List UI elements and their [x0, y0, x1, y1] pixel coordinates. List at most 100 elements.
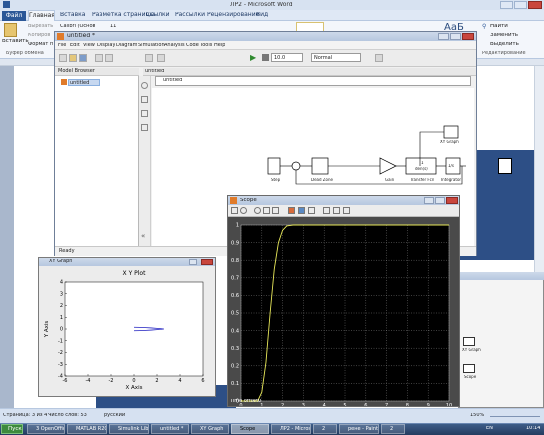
new-model-icon[interactable]	[59, 54, 67, 62]
simulink-app-icon	[57, 33, 64, 40]
model-tree-item[interactable]: untitled	[68, 79, 100, 86]
annotation-icon[interactable]	[141, 110, 148, 117]
menu-view[interactable]: View	[83, 43, 95, 48]
tab-page-layout[interactable]: Разметка страницы	[92, 12, 154, 18]
model-explorer-icon[interactable]	[157, 54, 165, 62]
paste-icon[interactable]	[4, 23, 17, 37]
format-painter-button[interactable]: Формат п	[28, 42, 53, 47]
menu-file[interactable]: File	[58, 43, 66, 48]
stop-icon[interactable]	[262, 54, 269, 61]
menu-analysis[interactable]: Analysis	[164, 43, 185, 48]
taskbar-item-paint[interactable]: рене - Paint	[339, 424, 379, 434]
zoom-y-icon[interactable]	[272, 207, 279, 214]
simulink-maximize-button[interactable]	[450, 33, 461, 40]
paste-button[interactable]: Вставить	[2, 39, 29, 45]
clock: 10:14	[526, 426, 541, 431]
floating-scope-icon[interactable]	[323, 207, 330, 214]
status-language[interactable]: русский	[104, 413, 125, 418]
word-status-bar: Страница: 3 из 4 Число слов: 53 русский …	[0, 408, 544, 423]
minimize-button[interactable]	[500, 1, 513, 9]
simulation-mode-select[interactable]: Normal	[311, 53, 361, 62]
xy-graph-block[interactable]	[443, 125, 459, 139]
library-browser-icon[interactable]	[145, 54, 153, 62]
maximize-button[interactable]	[514, 1, 527, 9]
menu-help[interactable]: Help	[214, 43, 225, 48]
save-icon[interactable]	[79, 54, 87, 62]
copy-button[interactable]: Копиров	[28, 33, 50, 38]
sum-block[interactable]	[291, 161, 301, 171]
xy-minimize-button[interactable]	[189, 259, 197, 265]
menu-display[interactable]: Display	[97, 43, 115, 48]
stop-time-input[interactable]: 10.0	[271, 53, 303, 62]
menu-diagram[interactable]: Diagram	[116, 43, 137, 48]
simulink-palette: «	[139, 76, 151, 246]
redo-icon[interactable]	[105, 54, 113, 62]
run-icon[interactable]: ▶	[250, 54, 258, 62]
model-breadcrumb[interactable]: untitled	[155, 76, 471, 86]
scope-toolbar	[228, 205, 459, 217]
scope-maximize-button[interactable]	[435, 197, 445, 204]
scope-block[interactable]	[498, 158, 512, 174]
menu-tools[interactable]: Tools	[200, 43, 212, 48]
scope-close-button[interactable]	[446, 197, 458, 204]
tab-mailings[interactable]: Рассылки	[175, 12, 205, 18]
dead-zone-block[interactable]	[311, 157, 329, 175]
tab-review[interactable]: Рецензирование	[207, 12, 259, 18]
taskbar-item-xy-graph[interactable]: XY Graph	[191, 424, 229, 434]
font-name-select[interactable]: Calibri (Основ	[60, 24, 95, 29]
language-indicator[interactable]: EN	[486, 426, 493, 431]
tab-view[interactable]: Вид	[256, 12, 268, 18]
taskbar-item-word[interactable]: ЛР2 - Microsof...	[271, 424, 311, 434]
collapse-icon[interactable]: «	[141, 232, 145, 240]
restore-axes-icon[interactable]	[308, 207, 315, 214]
cut-button[interactable]: Вырезать	[28, 24, 53, 29]
simulink-close-button[interactable]	[462, 33, 474, 40]
tab-references[interactable]: Ссылки	[146, 12, 170, 18]
replace-button[interactable]: Заменить	[490, 33, 518, 39]
fit-to-view-icon[interactable]	[141, 96, 148, 103]
undo-icon[interactable]	[95, 54, 103, 62]
autoscale-icon[interactable]	[288, 207, 295, 214]
zoom-slider[interactable]	[490, 416, 540, 417]
font-size-select[interactable]: 11	[110, 24, 116, 29]
status-zoom[interactable]: 150%	[470, 413, 484, 418]
gain-block[interactable]	[379, 157, 397, 175]
tab-insert[interactable]: Вставка	[60, 12, 85, 18]
scope-minimize-button[interactable]	[424, 197, 434, 204]
lock-axes-icon[interactable]	[333, 207, 340, 214]
taskbar-item-openoffice[interactable]: 3 OpenOffice...	[27, 424, 65, 434]
menu-code[interactable]: Code	[186, 43, 199, 48]
parameters-icon[interactable]	[240, 207, 247, 214]
menu-simulation[interactable]: Simulation	[138, 43, 165, 48]
taskbar-item-folder-2[interactable]: 2	[313, 424, 337, 434]
zoom-x-icon[interactable]	[263, 207, 270, 214]
taskbar-item-simulink-library[interactable]: Simulink Librar...	[109, 424, 149, 434]
open-icon[interactable]	[69, 54, 77, 62]
tab-file[interactable]: Файл	[2, 11, 26, 21]
build-icon[interactable]	[375, 54, 383, 62]
start-button[interactable]: Пуск	[1, 424, 23, 434]
taskbar-item-scope[interactable]: Scope	[231, 424, 269, 434]
step-block[interactable]	[267, 157, 281, 175]
taskbar-item-folder-2b[interactable]: 2	[381, 424, 405, 434]
taskbar-item-untitled[interactable]: untitled *	[151, 424, 189, 434]
zoom-icon[interactable]	[254, 207, 261, 214]
print-icon[interactable]	[231, 207, 238, 214]
simulink-minimize-button[interactable]	[438, 33, 449, 40]
xy-x-tick-label: 4	[178, 378, 181, 384]
zoom-in-icon[interactable]	[141, 82, 148, 89]
save-axes-icon[interactable]	[298, 207, 305, 214]
model-tab[interactable]: untitled	[145, 69, 164, 74]
close-button[interactable]	[528, 1, 542, 9]
taskbar-item-matlab[interactable]: MATLAB R2013b	[67, 424, 107, 434]
image-icon[interactable]	[141, 124, 148, 131]
tab-home[interactable]: Главная	[28, 10, 55, 21]
find-button[interactable]: Найти	[490, 24, 508, 30]
scope-y-tick-label: 0.3	[231, 346, 239, 352]
xy-x-tick-label: 6	[201, 378, 204, 384]
xy-close-button[interactable]	[201, 259, 213, 265]
signal-selection-icon[interactable]	[343, 207, 350, 214]
select-button[interactable]: Выделить	[490, 42, 519, 48]
menu-edit[interactable]: Edit	[70, 43, 80, 48]
model-tab-bar: untitled	[143, 68, 476, 76]
